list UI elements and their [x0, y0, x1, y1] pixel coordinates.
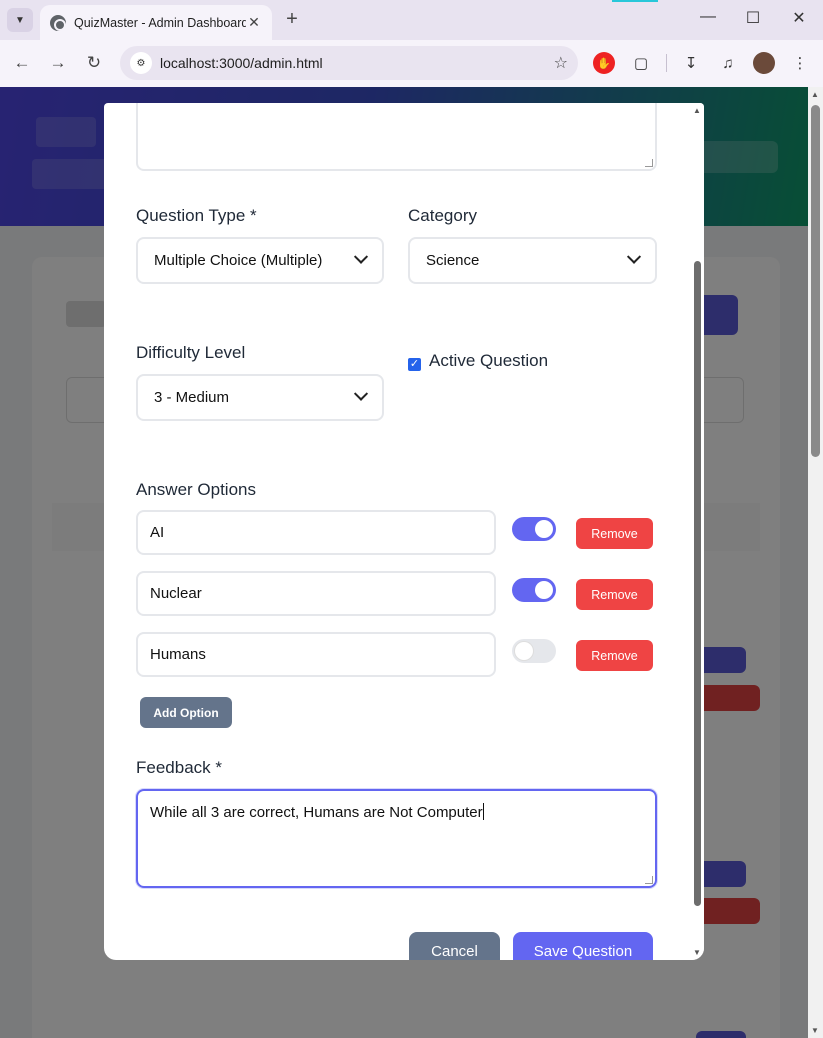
media-control-icon[interactable]: ♫: [717, 52, 739, 74]
answer-options-label: Answer Options: [136, 480, 256, 499]
page-scrollbar-thumb[interactable]: [811, 105, 820, 457]
option-input-1[interactable]: AI: [136, 510, 496, 555]
difficulty-select[interactable]: 3 - Medium: [136, 374, 384, 421]
profile-avatar[interactable]: [753, 52, 775, 74]
scroll-up-arrow-icon[interactable]: ▲: [693, 106, 701, 115]
minimize-icon[interactable]: —: [696, 8, 720, 26]
question-editor-modal: Question Type * Multiple Choice (Multipl…: [104, 103, 704, 960]
category-label: Category: [408, 206, 477, 225]
reload-icon[interactable]: ↻: [82, 51, 106, 75]
browser-tab-active[interactable]: QuizMaster - Admin Dashboard ✕: [40, 5, 272, 40]
question-text-textarea[interactable]: [136, 103, 657, 171]
remove-option-button-3[interactable]: Remove: [576, 640, 653, 671]
text-caret: [482, 803, 484, 820]
back-arrow-icon[interactable]: ←: [10, 51, 34, 75]
chevron-down-icon: [626, 249, 642, 264]
difficulty-value: 3 - Medium: [154, 389, 230, 406]
option-input-3[interactable]: Humans: [136, 632, 496, 677]
add-option-button[interactable]: Add Option: [140, 697, 232, 728]
site-info-icon[interactable]: ⚙: [130, 52, 152, 74]
active-question-label[interactable]: Active Question: [429, 351, 548, 371]
option-text: Nuclear: [150, 585, 202, 602]
feedback-textarea[interactable]: While all 3 are correct, Humans are Not …: [136, 789, 657, 888]
menu-kebab-icon[interactable]: ⋮: [789, 52, 811, 74]
globe-icon: [50, 14, 66, 31]
option-correct-toggle-1[interactable]: [512, 517, 556, 541]
toggle-knob: [515, 642, 533, 660]
forward-arrow-icon[interactable]: →: [46, 51, 70, 75]
category-select[interactable]: Science: [408, 237, 657, 284]
new-tab-button[interactable]: +: [282, 8, 302, 31]
url-text[interactable]: localhost:3000/admin.html: [160, 55, 554, 71]
option-input-2[interactable]: Nuclear: [136, 571, 496, 616]
extensions-puzzle-icon[interactable]: ▢: [630, 52, 652, 74]
active-question-checkbox[interactable]: ✓: [408, 358, 421, 371]
maximize-icon[interactable]: ☐: [741, 8, 765, 28]
resize-handle-icon[interactable]: [645, 876, 653, 884]
toolbar-divider: [666, 54, 667, 72]
remove-option-button-2[interactable]: Remove: [576, 579, 653, 610]
browser-tab-bar: ▼ QuizMaster - Admin Dashboard ✕ + — ☐ ✕: [0, 0, 823, 40]
option-text: Humans: [150, 646, 206, 663]
remove-option-button-1[interactable]: Remove: [576, 518, 653, 549]
question-type-select[interactable]: Multiple Choice (Multiple): [136, 237, 384, 284]
tab-title: QuizMaster - Admin Dashboard: [74, 15, 246, 30]
resize-handle-icon[interactable]: [645, 159, 653, 167]
chevron-down-icon: [353, 386, 369, 401]
close-icon[interactable]: ✕: [246, 14, 262, 31]
question-type-label: Question Type *: [136, 206, 257, 225]
question-type-value: Multiple Choice (Multiple): [154, 252, 323, 269]
bookmark-star-icon[interactable]: ☆: [554, 53, 568, 73]
scroll-down-arrow-icon[interactable]: ▼: [693, 948, 701, 957]
modal-scrollbar[interactable]: ▲ ▼: [689, 103, 704, 960]
window-close-icon[interactable]: ✕: [787, 8, 811, 28]
feedback-label: Feedback *: [136, 758, 222, 777]
scroll-down-arrow-icon[interactable]: ▼: [811, 1026, 819, 1035]
category-value: Science: [426, 252, 480, 269]
scroll-up-arrow-icon[interactable]: ▲: [811, 90, 819, 99]
option-correct-toggle-2[interactable]: [512, 578, 556, 602]
adblock-extension-icon[interactable]: ✋: [593, 52, 615, 74]
save-question-button[interactable]: Save Question: [513, 932, 653, 960]
toggle-knob: [535, 520, 553, 538]
option-correct-toggle-3[interactable]: [512, 639, 556, 663]
option-text: AI: [150, 524, 165, 541]
tab-accent-line: [612, 0, 658, 2]
feedback-text: While all 3 are correct, Humans are Not …: [150, 804, 483, 821]
difficulty-label: Difficulty Level: [136, 343, 246, 362]
address-bar[interactable]: ⚙ localhost:3000/admin.html ☆: [120, 46, 578, 80]
download-icon[interactable]: ↧: [680, 52, 702, 74]
toggle-knob: [535, 581, 553, 599]
page-scrollbar[interactable]: ▲ ▼: [808, 87, 823, 1038]
chevron-down-icon: [353, 249, 369, 264]
cancel-button[interactable]: Cancel: [409, 932, 500, 960]
tab-search-button[interactable]: ▼: [7, 8, 33, 32]
browser-toolbar: ← → ↻ ⚙ localhost:3000/admin.html ☆ ✋ ▢ …: [0, 40, 823, 87]
chevron-down-icon: ▼: [15, 14, 25, 26]
modal-scrollbar-thumb[interactable]: [694, 261, 701, 906]
